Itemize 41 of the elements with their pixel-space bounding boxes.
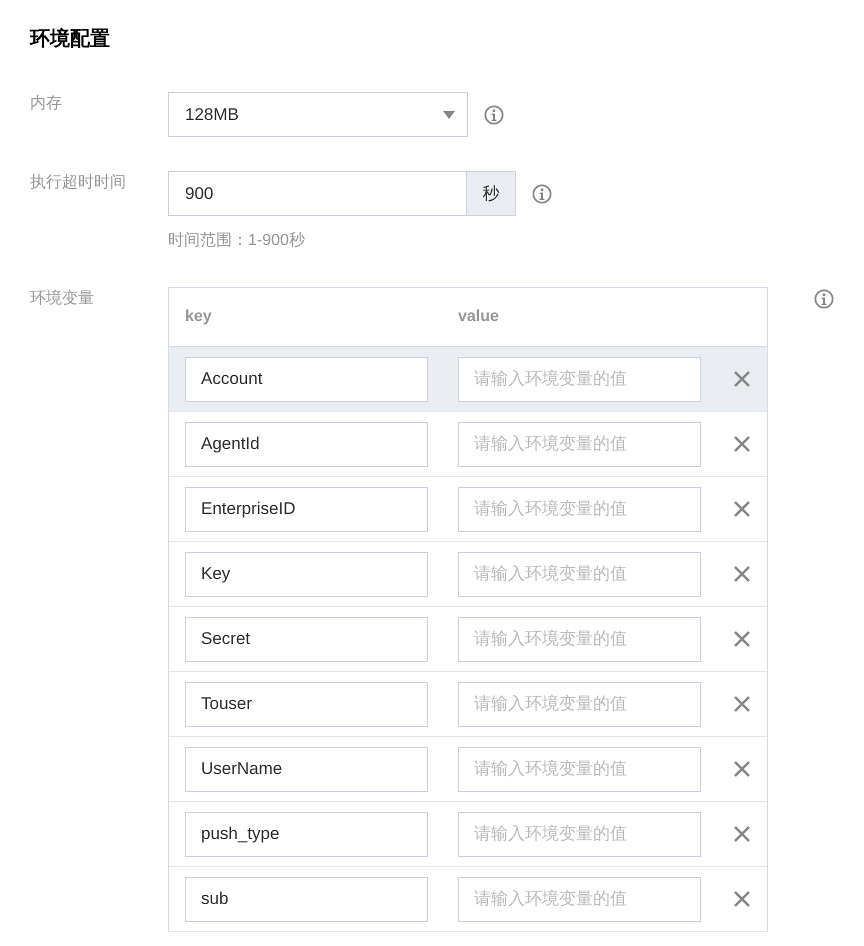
- close-icon[interactable]: [733, 695, 751, 713]
- value-input[interactable]: 请输入环境变量的值: [458, 616, 701, 662]
- timeout-input[interactable]: 900: [168, 171, 466, 216]
- value-input[interactable]: 请输入环境变量的值: [458, 876, 701, 922]
- key-input[interactable]: Touser: [185, 682, 428, 726]
- close-icon[interactable]: [733, 370, 751, 388]
- unit-addon: 秒: [466, 171, 516, 216]
- close-icon[interactable]: [733, 565, 751, 583]
- column-header: key: [185, 308, 213, 326]
- key-input[interactable]: push_type: [185, 812, 428, 856]
- close-icon[interactable]: [733, 890, 751, 908]
- value-input[interactable]: 请输入环境变量的值: [458, 682, 701, 726]
- key-input[interactable]: AgentId: [185, 422, 428, 466]
- close-icon[interactable]: [733, 630, 751, 648]
- close-icon[interactable]: [733, 500, 751, 518]
- key-input[interactable]: EnterpriseID: [185, 486, 428, 532]
- close-icon[interactable]: [733, 760, 751, 778]
- key-input[interactable]: Key: [185, 552, 428, 596]
- value-input[interactable]: 请输入环境变量的值: [458, 746, 701, 792]
- memory-select[interactable]: 128MB: [168, 92, 468, 137]
- info-icon[interactable]: [484, 104, 504, 124]
- value-input[interactable]: 请输入环境变量的值: [458, 486, 701, 532]
- info-icon[interactable]: [814, 289, 834, 309]
- info-icon[interactable]: [532, 184, 552, 204]
- key-input[interactable]: UserName: [185, 746, 428, 792]
- section-title: 环境配置: [30, 26, 111, 52]
- key-input[interactable]: Account: [185, 356, 428, 402]
- hint-text: 时间范围：1-900秒: [168, 230, 306, 251]
- close-icon[interactable]: [733, 435, 751, 453]
- key-input[interactable]: Secret: [185, 616, 428, 662]
- value-input[interactable]: 请输入环境变量的值: [458, 356, 701, 402]
- field-label: 环境变量: [30, 288, 95, 309]
- value-input[interactable]: 请输入环境变量的值: [458, 812, 701, 856]
- close-icon[interactable]: [733, 825, 751, 843]
- value-input[interactable]: 请输入环境变量的值: [458, 422, 701, 466]
- field-label: 执行超时时间: [30, 172, 127, 193]
- column-header: value: [458, 308, 500, 326]
- value-input[interactable]: 请输入环境变量的值: [458, 552, 701, 596]
- caret-icon: [443, 110, 455, 118]
- key-input[interactable]: sub: [185, 876, 428, 922]
- field-label: 内存: [30, 94, 63, 114]
